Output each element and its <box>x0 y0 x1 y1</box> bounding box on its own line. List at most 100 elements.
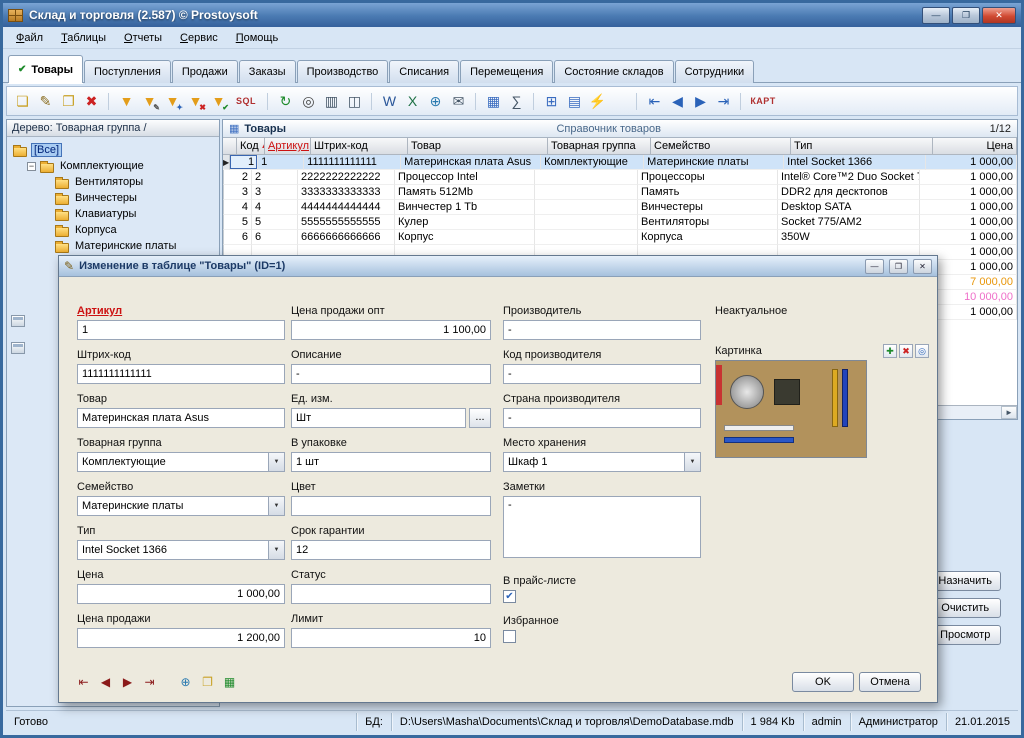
dialog-minimize-icon[interactable]: — <box>865 259 884 274</box>
column-header-semeystvo[interactable]: Семейство <box>651 138 791 155</box>
tree-item-komplektuyushchie[interactable]: − Комплектующие <box>24 158 216 174</box>
column-header-artikul[interactable]: Артикул <box>265 138 311 155</box>
print-icon[interactable]: ▥ <box>320 90 343 113</box>
view-button[interactable]: Просмотр <box>929 625 1001 645</box>
clear-button[interactable]: Очистить <box>929 598 1001 618</box>
lightning-icon[interactable]: ⚡ <box>586 90 609 113</box>
prev-record-icon[interactable]: ◀ <box>666 90 689 113</box>
gruppa-combo[interactable] <box>77 452 285 472</box>
sql-filter-icon[interactable]: SQL <box>230 90 262 113</box>
proizvoditel-input[interactable] <box>503 320 701 340</box>
find-icon[interactable]: ◎ <box>297 90 320 113</box>
cena-prodazhi-input[interactable] <box>77 628 285 648</box>
ok-button[interactable]: OK <box>792 672 854 692</box>
column-header-tovar[interactable]: Товар <box>408 138 548 155</box>
new-record-icon[interactable]: ❏ <box>11 90 34 113</box>
tab-prodazhi[interactable]: Продажи <box>172 60 238 83</box>
first-record-icon[interactable]: ⇤ <box>643 90 666 113</box>
minimize-icon[interactable]: — <box>922 7 950 24</box>
ellipsis-button[interactable]: ... <box>469 408 491 428</box>
semeystvo-combo[interactable] <box>77 496 285 516</box>
tab-sotrudniki[interactable]: Сотрудники <box>675 60 755 83</box>
table-row[interactable]: 3 3 3333333333333 Память 512Mb Память DD… <box>223 185 1017 200</box>
table-row[interactable]: 6 6 6666666666666 Корпус Корпуса 350W 1 … <box>223 230 1017 245</box>
cena-input[interactable] <box>77 584 285 604</box>
panel-window-icon[interactable] <box>11 342 25 354</box>
strana-input[interactable] <box>503 408 701 428</box>
v-upakovke-input[interactable] <box>291 452 491 472</box>
refresh-icon[interactable]: ↻ <box>274 90 297 113</box>
assign-button[interactable]: Назначить <box>929 571 1001 591</box>
favorite-checkbox[interactable] <box>503 630 516 643</box>
close-icon[interactable]: ✕ <box>982 7 1016 24</box>
filter-icon[interactable]: ▼ <box>115 90 138 113</box>
table-row[interactable]: 2 2 2222222222222 Процессор Intel Процес… <box>223 170 1017 185</box>
menu-help[interactable]: Помощь <box>227 29 288 47</box>
mesto-hraneniya-combo[interactable] <box>503 452 701 472</box>
tree-item-ventilyatory[interactable]: Вентиляторы <box>52 174 216 190</box>
tip-combo[interactable] <box>77 540 285 560</box>
dialog-first-record-icon[interactable]: ⇤ <box>75 674 92 691</box>
add-picture-icon[interactable]: ✚ <box>883 344 897 358</box>
column-header-shtrihkod[interactable]: Штрих-код <box>311 138 408 155</box>
export-mail-icon[interactable]: ✉ <box>447 90 470 113</box>
dialog-prev-record-icon[interactable]: ◀ <box>97 674 114 691</box>
tab-tovary[interactable]: ✔ Товары <box>8 55 83 83</box>
table-row[interactable]: 5 5 5555555555555 Кулер Вентиляторы Sock… <box>223 215 1017 230</box>
export-excel-icon[interactable]: X <box>401 90 424 113</box>
scroll-right-icon[interactable]: ► <box>1001 406 1017 419</box>
status-input[interactable] <box>291 584 491 604</box>
filter-edit-icon[interactable]: ▼ ✎ <box>138 90 161 113</box>
menu-service[interactable]: Сервис <box>171 29 227 47</box>
panel-window-icon[interactable] <box>11 315 25 327</box>
grid-view-icon[interactable]: ⊞ <box>540 90 563 113</box>
chart-icon[interactable]: ▦ <box>482 90 505 113</box>
dialog-globe-icon[interactable]: ⊕ <box>177 674 194 691</box>
cards-button-icon[interactable]: КАРТ <box>747 90 779 113</box>
tree-item-vse[interactable]: [Все] <box>10 142 216 158</box>
zametki-textarea[interactable]: - <box>503 496 701 558</box>
last-record-icon[interactable]: ⇥ <box>712 90 735 113</box>
shtrihkod-input[interactable] <box>77 364 285 384</box>
tab-sostoyanie-skladov[interactable]: Состояние складов <box>554 60 673 83</box>
column-header-kod[interactable]: Код▲ <box>237 138 265 155</box>
dialog-next-record-icon[interactable]: ▶ <box>119 674 136 691</box>
dialog-image-export-icon[interactable]: ❐ <box>199 674 216 691</box>
menu-tables[interactable]: Таблицы <box>52 29 115 47</box>
copy-record-icon[interactable]: ❐ <box>57 90 80 113</box>
chevron-down-icon[interactable]: ▼ <box>268 497 284 515</box>
filter-favorite-icon[interactable]: ▼ ✦ <box>161 90 184 113</box>
export-word-icon[interactable]: W <box>378 90 401 113</box>
kod-proizvoditelya-input[interactable] <box>503 364 701 384</box>
column-header-gruppa[interactable]: Товарная группа <box>548 138 651 155</box>
card-view-icon[interactable]: ▤ <box>563 90 586 113</box>
tree-item-korpusa[interactable]: Корпуса <box>52 222 216 238</box>
cena-opt-input[interactable] <box>291 320 491 340</box>
filter-check-icon[interactable]: ▼ ✔ <box>207 90 230 113</box>
dialog-close-icon[interactable]: ✕ <box>913 259 932 274</box>
tovar-input[interactable] <box>77 408 285 428</box>
tab-peremeshcheniya[interactable]: Перемещения <box>460 60 553 83</box>
menu-file[interactable]: Файл <box>7 29 52 47</box>
chevron-down-icon[interactable]: ▼ <box>268 541 284 559</box>
tab-proizvodstvo[interactable]: Производство <box>297 60 389 83</box>
opisanie-input[interactable] <box>291 364 491 384</box>
export-html-icon[interactable]: ⊕ <box>424 90 447 113</box>
view-picture-icon[interactable]: ◎ <box>915 344 929 358</box>
edit-record-icon[interactable]: ✎ <box>34 90 57 113</box>
limit-input[interactable] <box>291 628 491 648</box>
srok-garantii-input[interactable] <box>291 540 491 560</box>
cancel-button[interactable]: Отмена <box>859 672 921 692</box>
tree-item-vinchestery[interactable]: Винчестеры <box>52 190 216 206</box>
collapse-icon[interactable]: − <box>27 162 36 171</box>
menu-reports[interactable]: Отчеты <box>115 29 171 47</box>
chevron-down-icon[interactable]: ▼ <box>684 453 700 471</box>
filter-clear-icon[interactable]: ▼ ✖ <box>184 90 207 113</box>
next-record-icon[interactable]: ▶ <box>689 90 712 113</box>
column-header-cena[interactable]: Цена <box>933 138 1017 155</box>
table-row[interactable]: 4 4 4444444444444 Винчестер 1 Tb Винчест… <box>223 200 1017 215</box>
column-header-tip[interactable]: Тип <box>791 138 933 155</box>
table-row[interactable]: ▶ 1 1 1111111111111 Материнская плата As… <box>223 155 1017 170</box>
ed-izm-input[interactable] <box>291 408 466 428</box>
dialog-data-export-icon[interactable]: ▦ <box>221 674 238 691</box>
